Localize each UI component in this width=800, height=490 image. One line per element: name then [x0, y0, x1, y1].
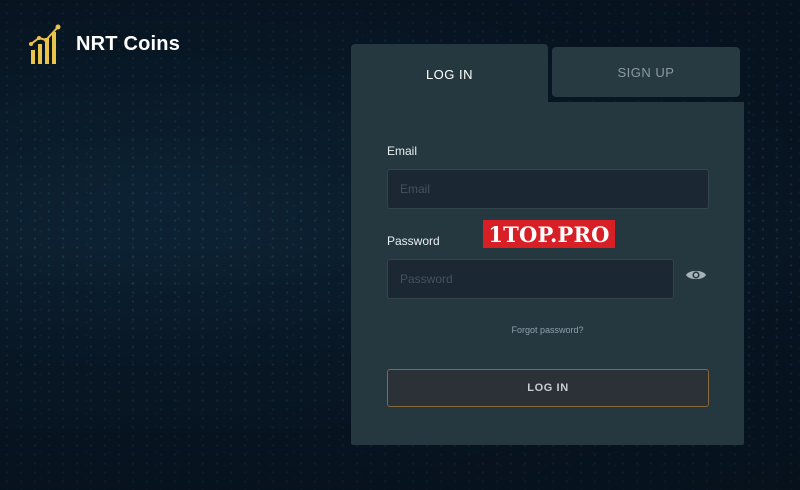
eye-icon[interactable]	[685, 268, 707, 282]
chart-growth-icon	[29, 24, 61, 64]
tab-log-in[interactable]: LOG IN	[351, 44, 548, 104]
tab-sign-up[interactable]: SIGN UP	[552, 47, 740, 97]
forgot-password-link[interactable]: Forgot password?	[351, 325, 744, 335]
tab-log-in-label: LOG IN	[425, 66, 474, 82]
email-label: Email	[387, 144, 418, 158]
email-field[interactable]	[387, 169, 709, 209]
brand-logo[interactable]: NRT Coins	[28, 22, 180, 66]
password-label: Password	[387, 234, 440, 248]
watermark-badge: 1TOP.PRO	[483, 220, 615, 248]
watermark-text: 1TOP.PRO	[488, 221, 610, 247]
tab-sign-up-label: SIGN UP	[617, 64, 675, 80]
brand-name: NRT Coins	[76, 32, 181, 55]
log-in-button[interactable]: LOG IN	[387, 369, 709, 407]
login-panel: Email Password Forgot password? LOG IN	[351, 102, 744, 445]
password-field[interactable]	[387, 259, 674, 299]
log-in-button-label: LOG IN	[527, 382, 569, 394]
